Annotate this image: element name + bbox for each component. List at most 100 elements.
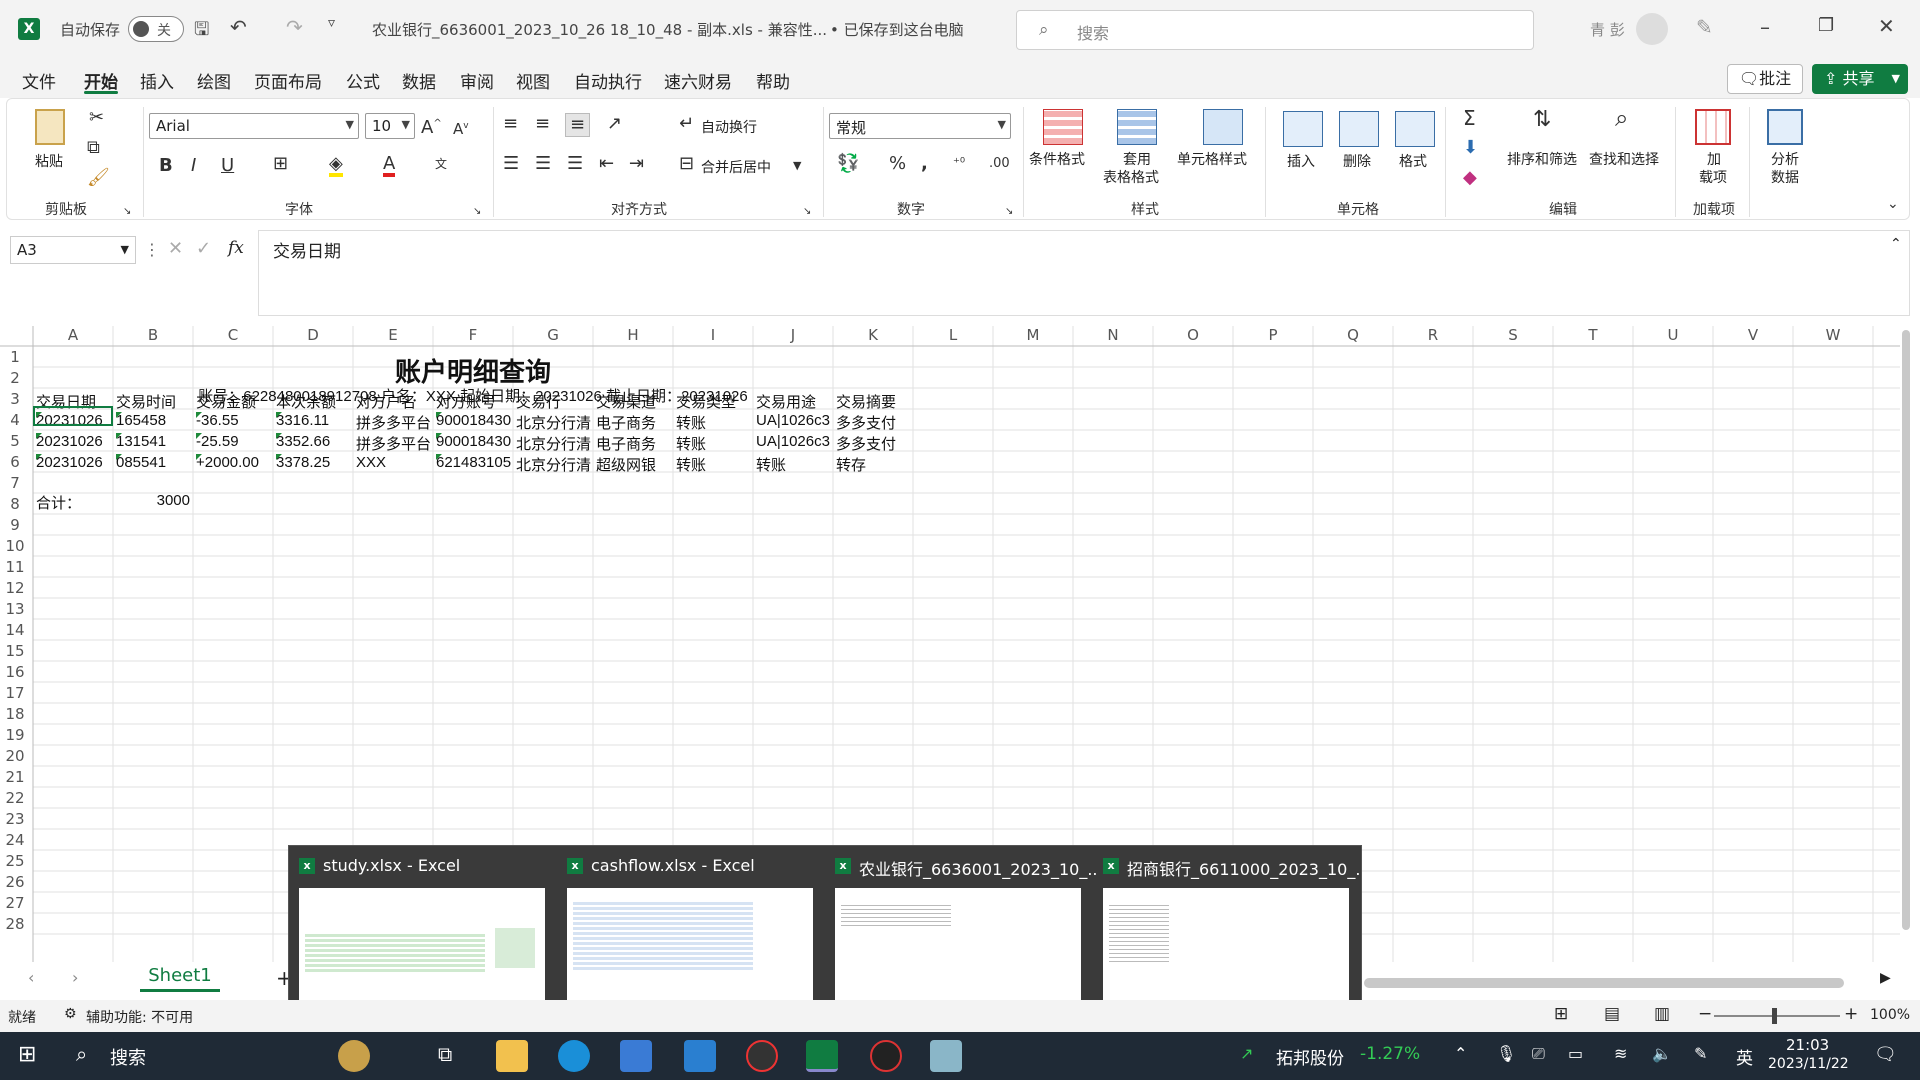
percent-icon[interactable]: % [889, 155, 906, 173]
column-header[interactable]: C [193, 326, 273, 346]
pen-tray-icon[interactable]: ✎ [1694, 1044, 1707, 1063]
table-cell[interactable]: 131541 [116, 433, 194, 450]
table-cell[interactable]: 3352.66 [276, 433, 354, 450]
ime-indicator[interactable]: 英 [1736, 1044, 1753, 1069]
table-cell[interactable]: 多多支付 [836, 433, 914, 454]
column-header[interactable]: D [273, 326, 353, 346]
analyze-data-label-2[interactable]: 数据 [1771, 167, 1799, 187]
font-color-icon[interactable]: A [383, 155, 396, 177]
column-header[interactable]: E [353, 326, 433, 346]
align-bottom-icon[interactable]: ≡ [565, 113, 591, 137]
table-cell[interactable]: 085541 [116, 454, 194, 471]
page-break-view-icon[interactable]: ▥ [1654, 1004, 1670, 1024]
accessibility-icon[interactable]: ⚙ [64, 1006, 77, 1022]
microphone-icon[interactable]: 🎙 [1496, 1044, 1516, 1063]
column-header[interactable]: Q [1313, 326, 1393, 346]
row-header[interactable]: 2 [0, 369, 30, 387]
paste-label[interactable]: 粘贴 [35, 151, 63, 171]
column-header[interactable]: F [433, 326, 513, 346]
alignment-launcher-icon[interactable]: ↘ [803, 203, 811, 221]
table-cell[interactable]: 621483105 [436, 454, 514, 471]
row-header[interactable]: 6 [0, 453, 30, 471]
analyze-data-label-1[interactable]: 分析 [1771, 149, 1799, 169]
menu-view[interactable]: 视图 [516, 68, 550, 93]
vertical-scrollbar[interactable] [1902, 330, 1910, 930]
insert-cells-button[interactable]: 插入 [1287, 151, 1315, 171]
wrap-text-button[interactable]: 自动换行 [701, 117, 757, 137]
table-cell[interactable]: -36.55 [196, 412, 274, 429]
merge-center-icon[interactable]: ⊟ [679, 155, 694, 173]
comma-icon[interactable]: , [921, 155, 928, 173]
row-header[interactable]: 18 [0, 705, 30, 723]
more-icon[interactable]: ⋮ [144, 240, 160, 259]
row-header[interactable]: 10 [0, 537, 30, 555]
collapse-ribbon-icon[interactable]: ⌄ [1887, 195, 1899, 213]
menu-draw[interactable]: 绘图 [197, 68, 231, 93]
header-cell[interactable]: 交易时间 [116, 391, 194, 412]
bold-icon[interactable]: B [159, 157, 173, 175]
restore-button[interactable]: ❐ [1818, 15, 1834, 36]
row-header[interactable]: 20 [0, 747, 30, 765]
phonetic-icon[interactable]: 文 [435, 155, 447, 173]
header-cell[interactable]: 交易用途 [756, 391, 834, 412]
windows-start-icon[interactable]: ⊞ [18, 1042, 36, 1067]
menu-data[interactable]: 数据 [402, 68, 436, 93]
header-cell[interactable]: 交易渠道 [596, 391, 674, 412]
align-top-icon[interactable]: ≡ [503, 115, 518, 133]
zoom-level[interactable]: 100% [1870, 1007, 1910, 1023]
border-icon[interactable]: ⊞ [273, 155, 288, 173]
edge-browser-icon[interactable] [558, 1040, 590, 1072]
column-header[interactable]: A [33, 326, 113, 346]
row-header[interactable]: 5 [0, 432, 30, 450]
table-cell[interactable]: 电子商务 [596, 412, 674, 433]
column-header[interactable]: G [513, 326, 593, 346]
number-format-select[interactable]: 常规 ▼ [829, 113, 1011, 139]
menu-home[interactable]: 开始 [84, 68, 118, 93]
italic-icon[interactable]: I [191, 157, 196, 175]
decrease-font-icon[interactable]: Av [453, 117, 469, 138]
format-cells-icon[interactable] [1395, 111, 1435, 147]
preview-window-4[interactable]: x 招商银行_6611000_2023_10_... [1093, 846, 1367, 1024]
table-cell[interactable]: 900018430 [436, 412, 514, 429]
mail-icon[interactable] [684, 1040, 716, 1072]
sheet-tab-1[interactable]: Sheet1 [140, 960, 220, 992]
close-button[interactable]: ✕ [1878, 14, 1895, 38]
analyze-data-icon[interactable] [1767, 109, 1803, 145]
cell-styles-icon[interactable] [1203, 109, 1243, 145]
accessibility-status[interactable]: 辅助功能: 不可用 [86, 1007, 193, 1027]
normal-view-icon[interactable]: ⊞ [1554, 1004, 1568, 1024]
redo-icon[interactable]: ↷ [286, 15, 303, 39]
increase-indent-icon[interactable]: ⇥ [629, 155, 644, 173]
row-header[interactable]: 14 [0, 621, 30, 639]
row-header[interactable]: 28 [0, 915, 30, 933]
align-right-icon[interactable]: ☰ [567, 155, 583, 173]
row-header[interactable]: 13 [0, 600, 30, 618]
save-icon[interactable]: 🖫 [194, 17, 209, 47]
menu-help[interactable]: 帮助 [756, 68, 790, 93]
column-header[interactable]: H [593, 326, 673, 346]
find-select-button[interactable]: 查找和选择 [1589, 149, 1659, 169]
menu-file[interactable]: 文件 [22, 68, 56, 93]
clock-app-icon[interactable] [746, 1040, 778, 1072]
column-header[interactable]: S [1473, 326, 1553, 346]
wrap-text-icon[interactable]: ↵ [679, 115, 694, 133]
menu-automate[interactable]: 自动执行 [574, 68, 642, 93]
align-left-icon[interactable]: ☰ [503, 155, 519, 173]
conditional-format-button[interactable]: 条件格式 [1029, 149, 1085, 169]
stock-trend-icon[interactable]: ↗ [1240, 1044, 1253, 1063]
delete-cells-button[interactable]: 删除 [1343, 151, 1371, 171]
row-header[interactable]: 1 [0, 348, 30, 366]
row-header[interactable]: 21 [0, 768, 30, 786]
format-painter-icon[interactable]: 🖌 [87, 169, 110, 187]
format-cells-button[interactable]: 格式 [1399, 151, 1427, 171]
header-cell[interactable]: 对方账号 [436, 391, 514, 412]
store-icon[interactable] [620, 1040, 652, 1072]
header-cell[interactable]: 交易行 [516, 391, 594, 412]
format-as-table-label-1[interactable]: 套用 [1123, 149, 1151, 169]
formula-input[interactable]: 交易日期 [258, 230, 1910, 316]
row-header[interactable]: 25 [0, 852, 30, 870]
column-header[interactable]: B [113, 326, 193, 346]
column-header[interactable]: K [833, 326, 913, 346]
undo-icon[interactable]: ↶ [230, 15, 247, 39]
table-cell[interactable]: 3378.25 [276, 454, 354, 471]
